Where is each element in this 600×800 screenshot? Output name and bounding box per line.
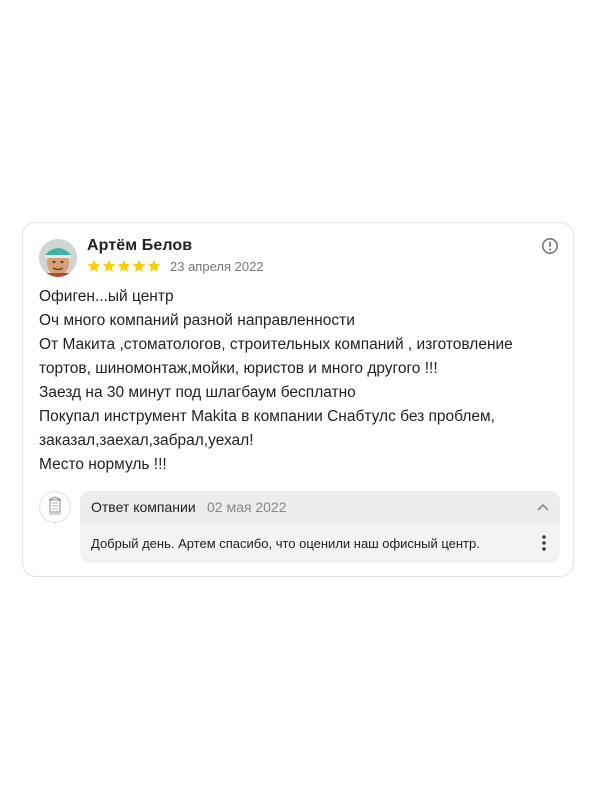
avatar[interactable] [39,239,77,277]
more-vertical-icon [542,535,546,551]
review-date: 23 апреля 2022 [170,259,264,274]
review-text-line: Покупал инструмент Makita в компании Сна… [39,408,495,425]
review-text-line: заказал,заехал,забрал,уехал! [39,432,254,449]
chevron-up-icon[interactable] [536,500,550,514]
rating-stars [87,259,161,273]
reply-text: Добрый день. Артем спасибо, что оценили … [91,536,480,551]
star-icon [117,259,131,272]
author-name[interactable]: Артём Белов [87,237,192,255]
star-icon [147,259,161,272]
review-text-line: Офиген...ый центр [39,288,174,305]
review-text-line: Заезд на 30 минут под шлагбаум бесплатно [39,384,356,401]
more-button[interactable] [536,533,552,553]
report-button[interactable] [541,237,559,255]
company-reply: Ответ компании 02 мая 2022 Добрый день. … [80,491,560,563]
review-card: Артём Белов 23 апреля 2022 Офиген...ый ц… [22,222,574,577]
review-text-line: Оч много компаний разной направленности [39,312,355,329]
star-icon [87,259,101,272]
reply-title: Ответ компании [91,499,196,515]
reply-header[interactable]: Ответ компании 02 мая 2022 [80,491,560,523]
star-icon [132,259,146,272]
company-logo-icon [48,496,62,515]
review-text-line: Место нормуль !!! [39,456,167,473]
reply-date: 02 мая 2022 [207,499,287,515]
review-text-line: тортов, шиномонтаж,мойки, юристов и мног… [39,360,438,377]
star-icon [102,259,116,272]
exclamation-circle-icon [542,238,558,254]
company-avatar [39,491,71,523]
review-text: Офиген...ый центр Оч много компаний разн… [39,285,549,477]
review-text-line: От Макита ,стоматологов, строительных ко… [39,336,513,353]
avatar-image [39,239,77,277]
